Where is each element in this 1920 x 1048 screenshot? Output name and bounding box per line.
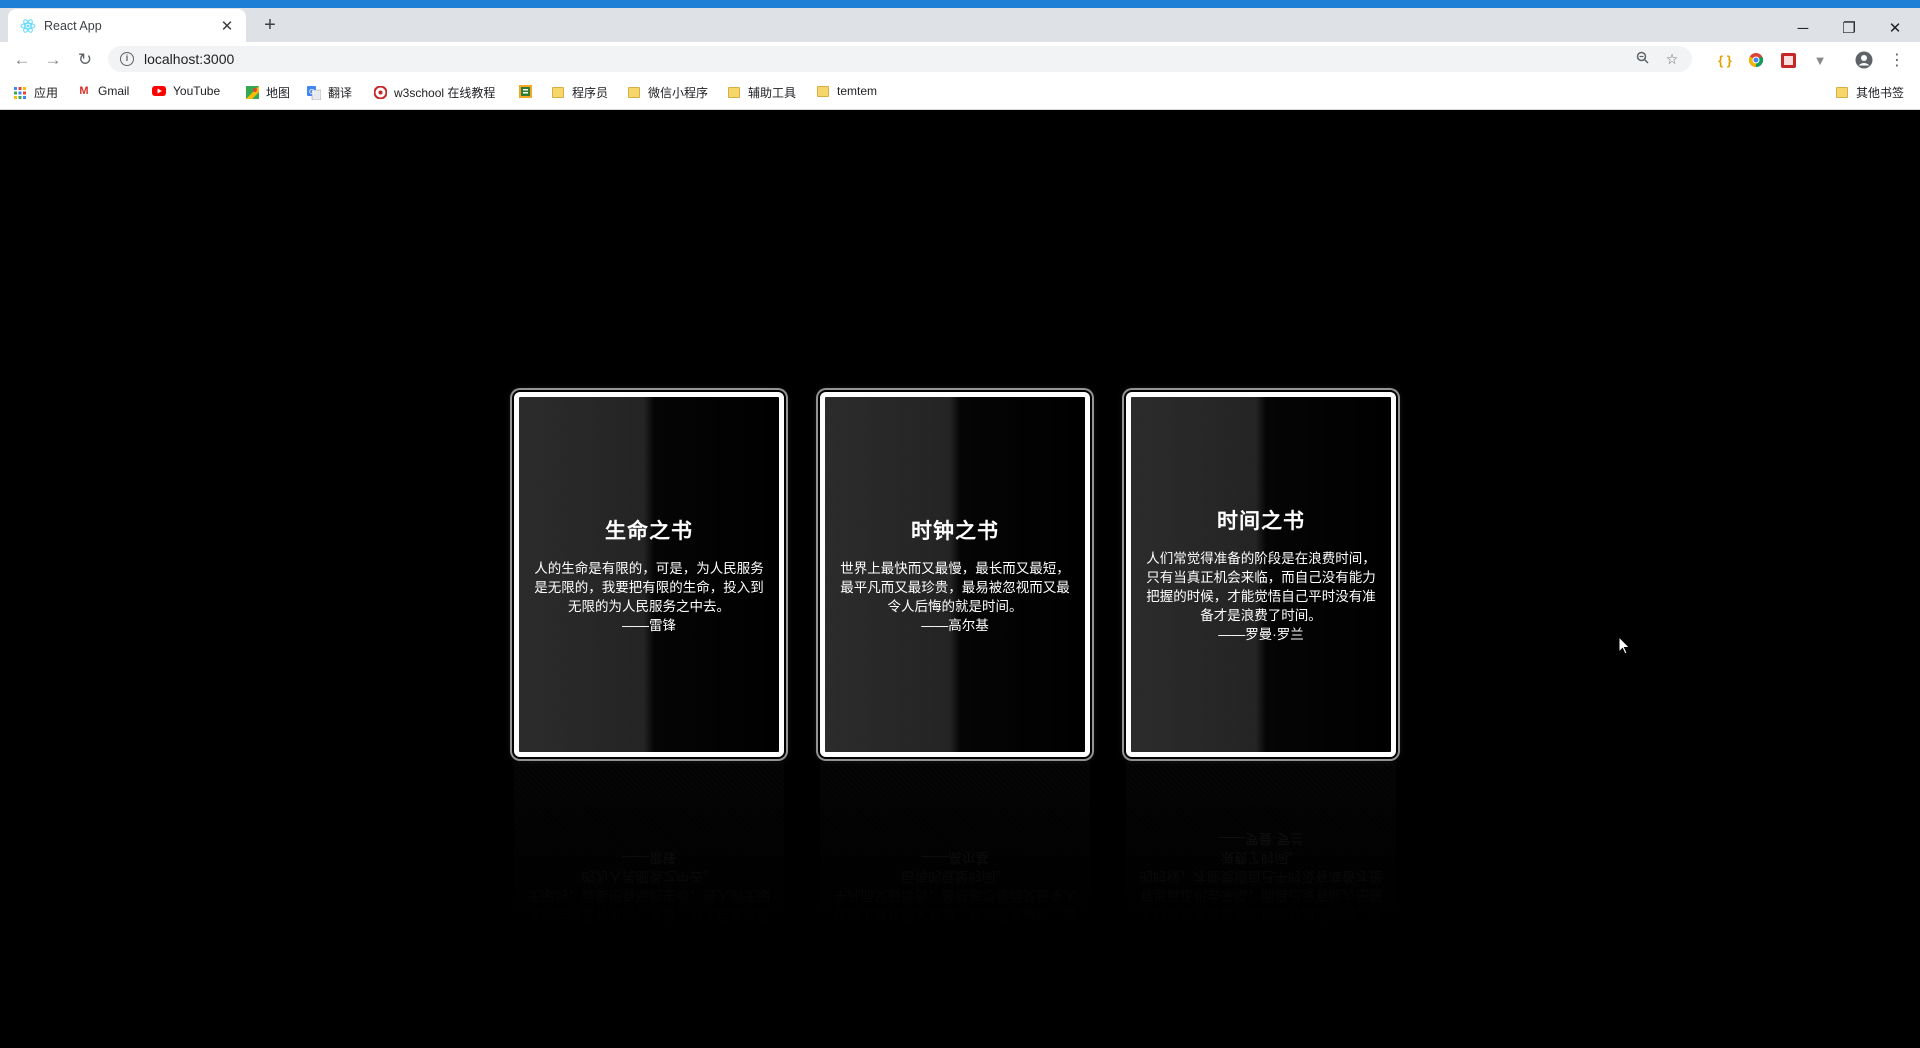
reflection-text: 人的生命是有限的，可是，为人民服务是无限的，我要把有限的生命，投入到无限的为人民… xyxy=(527,850,771,922)
tab-close-icon[interactable]: ✕ xyxy=(218,17,236,35)
bookmark-maps[interactable]: 地图 xyxy=(245,84,290,101)
bookmark-w3school[interactable]: w3school 在线教程 xyxy=(373,84,495,101)
json-extension-icon[interactable]: { } xyxy=(1716,51,1734,69)
chrome-extension-icon[interactable] xyxy=(1747,51,1765,69)
other-bookmarks-folder[interactable]: 其他书签 xyxy=(1835,84,1904,101)
youtube-icon xyxy=(152,84,166,98)
mouse-pointer-icon xyxy=(1618,635,1632,661)
bookmark-label: 程序员 xyxy=(572,86,609,100)
profile-avatar-icon[interactable] xyxy=(1855,51,1873,69)
bookmark-label: 微信小程序 xyxy=(648,86,709,100)
svg-text:G: G xyxy=(309,88,314,96)
page-viewport: 生命之书 人的生命是有限的，可是，为人民服务是无限的，我要把有限的生命，投入到无… xyxy=(0,110,1920,1048)
bookmark-gmail[interactable]: M Gmail xyxy=(77,84,129,98)
reflection-text: 世界上最快而又最慢，最长而又最短，最平凡而又最珍贵，最易被忽视而又最令人后悔的就… xyxy=(833,850,1077,922)
bookmark-label: w3school 在线教程 xyxy=(394,86,496,100)
card-title: 时钟之书 xyxy=(911,519,999,543)
address-bar[interactable]: i localhost:3000 ☆ xyxy=(108,46,1692,72)
bookmark-apps[interactable]: 应用 xyxy=(13,84,58,101)
bookmark-label: 辅助工具 xyxy=(748,86,797,100)
back-arrow-icon[interactable]: ← xyxy=(11,49,33,71)
card-quote: 人们常觉得准备的阶段是在浪费时间，只有当真正机会来临，而自己没有能力把握的时候，… xyxy=(1146,551,1376,623)
bookmark-label: 地图 xyxy=(266,86,291,100)
bookmark-folder-tools[interactable]: 辅助工具 xyxy=(727,84,796,101)
new-tab-button[interactable]: + xyxy=(258,14,282,36)
translate-icon: G xyxy=(307,85,321,100)
maps-icon xyxy=(245,86,259,100)
browser-tab[interactable]: React App ✕ xyxy=(8,9,246,42)
bookmark-youtube[interactable]: YouTube xyxy=(152,84,220,98)
card-reflection: 人们常觉得准备的阶段是在浪费时间，只有当真正机会来临，而自己没有能力把握的时候，… xyxy=(1126,762,1396,932)
folder-icon xyxy=(727,86,741,100)
folder-icon xyxy=(627,86,641,100)
bookmark-folder-miniprogram[interactable]: 微信小程序 xyxy=(627,84,708,101)
card-title: 时间之书 xyxy=(1217,510,1305,533)
forward-arrow-icon[interactable]: → xyxy=(42,49,64,71)
book-card-clock[interactable]: 时钟之书 世界上最快而又最慢，最长而又最短，最平凡而又最珍贵，最易被忽视而又最令… xyxy=(820,392,1090,757)
notebook-icon xyxy=(518,84,532,98)
folder-icon xyxy=(816,84,830,98)
card-reflection: 世界上最快而又最慢，最长而又最短，最平凡而又最珍贵，最易被忽视而又最令人后悔的就… xyxy=(820,762,1090,932)
card-quote: 世界上最快而又最慢，最长而又最短，最平凡而又最珍贵，最易被忽视而又最令人后悔的就… xyxy=(840,560,1070,614)
card-quote: 人的生命是有限的，可是，为人民服务是无限的，我要把有限的生命，投入到无限的为人民… xyxy=(534,560,764,614)
card-title: 生命之书 xyxy=(605,519,693,543)
reflection-text: 人们常觉得准备的阶段是在浪费时间，只有当真正机会来临，而自己没有能力把握的时候，… xyxy=(1139,831,1383,922)
bookmark-label: Gmail xyxy=(98,84,130,98)
vue-devtools-icon[interactable]: ▼ xyxy=(1811,51,1829,69)
folder-icon xyxy=(551,86,565,100)
url-text[interactable]: localhost:3000 xyxy=(144,51,1624,67)
card-author: ——罗曼·罗兰 xyxy=(1218,627,1304,642)
tab-title: React App xyxy=(44,18,102,33)
gmail-icon: M xyxy=(79,85,89,97)
menu-kebab-icon[interactable]: ⋮ xyxy=(1888,51,1906,69)
bookmark-folder-programmer[interactable]: 程序员 xyxy=(551,84,608,101)
bookmark-label: 应用 xyxy=(34,86,59,100)
restore-button[interactable]: ❐ xyxy=(1826,16,1872,42)
site-info-icon[interactable]: i xyxy=(120,52,134,66)
tab-bar: React App ✕ + ─ ❐ ✕ xyxy=(0,8,1920,42)
other-bookmarks-label: 其他书签 xyxy=(1856,86,1905,100)
bookmark-notebook[interactable] xyxy=(518,84,539,98)
book-card-time[interactable]: 时间之书 人们常觉得准备的阶段是在浪费时间，只有当真正机会来临，而自己没有能力把… xyxy=(1126,392,1396,757)
card-author: ——雷锋 xyxy=(622,617,676,633)
window-top-strip xyxy=(0,0,1920,8)
w3school-icon xyxy=(373,86,387,100)
bookmark-star-icon[interactable]: ☆ xyxy=(1660,51,1684,68)
card-reflection: 人的生命是有限的，可是，为人民服务是无限的，我要把有限的生命，投入到无限的为人民… xyxy=(514,762,784,932)
folder-icon xyxy=(1835,86,1849,100)
bookmark-label: 翻译 xyxy=(328,86,353,100)
bookmark-label: YouTube xyxy=(173,84,221,98)
reload-icon[interactable]: ↻ xyxy=(74,49,96,71)
apps-grid-icon xyxy=(13,86,27,100)
bookmarks-bar: 应用 M Gmail YouTube 地图 G 翻译 w3school 在线教程 xyxy=(0,76,1920,110)
react-logo-icon xyxy=(20,18,36,34)
browser-toolbar: ← → ↻ i localhost:3000 ☆ { } ▼ ⋮ xyxy=(0,42,1920,76)
zoom-icon[interactable] xyxy=(1630,51,1654,67)
bookmark-folder-temtem[interactable]: temtem xyxy=(816,84,877,98)
close-window-button[interactable]: ✕ xyxy=(1872,16,1918,42)
bookmark-label: temtem xyxy=(837,84,878,98)
card-author: ——高尔基 xyxy=(921,617,989,633)
bookmark-translate[interactable]: G 翻译 xyxy=(307,84,352,101)
minimize-button[interactable]: ─ xyxy=(1780,16,1826,42)
book-card-life[interactable]: 生命之书 人的生命是有限的，可是，为人民服务是无限的，我要把有限的生命，投入到无… xyxy=(514,392,784,757)
red-extension-icon[interactable] xyxy=(1779,51,1797,69)
